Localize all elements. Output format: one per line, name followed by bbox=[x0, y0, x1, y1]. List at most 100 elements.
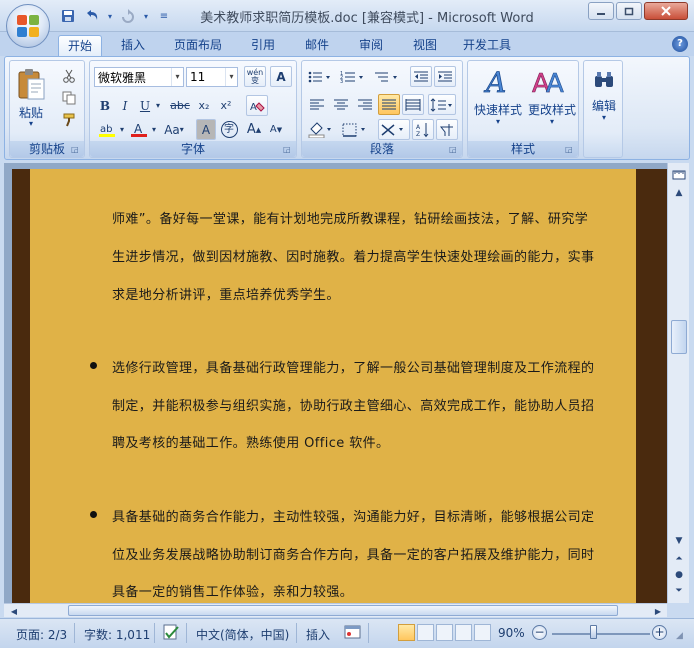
proofing-icon[interactable] bbox=[162, 624, 182, 645]
insert-mode[interactable]: 插入 bbox=[306, 626, 330, 643]
restore-button[interactable] bbox=[616, 2, 642, 20]
document-area[interactable]: 师难”。备好每一堂课，能有计划地完成所教课程，钻研绘画技法，了解、研究学 生进步… bbox=[4, 163, 667, 603]
editing-dropdown-icon[interactable]: ▾ bbox=[584, 113, 624, 122]
draft-view-icon[interactable] bbox=[474, 624, 491, 641]
web-layout-view-icon[interactable] bbox=[436, 624, 453, 641]
borders-button[interactable] bbox=[340, 119, 372, 140]
outline-view-icon[interactable] bbox=[455, 624, 472, 641]
font-family-select[interactable]: 微软雅黑 ▾ bbox=[94, 67, 184, 87]
highlight-color-button[interactable]: ab bbox=[96, 119, 118, 140]
ruler-toggle-icon[interactable] bbox=[671, 167, 687, 183]
sort-button[interactable]: AZ bbox=[412, 119, 434, 140]
change-styles-dropdown-icon[interactable]: ▾ bbox=[524, 117, 580, 126]
tab-references[interactable]: 引用 bbox=[242, 35, 284, 56]
paste-icon[interactable] bbox=[14, 65, 48, 103]
office-button[interactable] bbox=[6, 4, 50, 48]
tab-developer[interactable]: 开发工具 bbox=[456, 35, 518, 56]
quick-styles-dropdown-icon[interactable]: ▾ bbox=[470, 117, 526, 126]
enclose-characters-button[interactable]: 字 bbox=[218, 119, 240, 140]
change-case-button[interactable]: Aa ▾ bbox=[160, 119, 188, 140]
minimize-button[interactable] bbox=[588, 2, 614, 20]
vertical-scrollbar[interactable]: ▲ ▼ ⏶ ● ⏷ bbox=[667, 163, 689, 603]
clipboard-launcher-icon[interactable]: ◲ bbox=[71, 144, 82, 155]
word-count[interactable]: 字数: 1,011 bbox=[84, 626, 150, 643]
styles-launcher-icon[interactable]: ◲ bbox=[565, 144, 576, 155]
cut-icon[interactable] bbox=[58, 65, 80, 86]
strikethrough-button[interactable]: abc bbox=[168, 95, 192, 116]
font-color-button[interactable]: A bbox=[128, 119, 150, 140]
page-count[interactable]: 页面: 2/3 bbox=[16, 626, 67, 643]
help-icon[interactable]: ? bbox=[672, 36, 688, 52]
multilevel-list-button[interactable] bbox=[372, 66, 404, 87]
highlight-dropdown-icon[interactable]: ▾ bbox=[118, 119, 126, 140]
close-button[interactable] bbox=[644, 2, 688, 20]
paragraph-launcher-icon[interactable]: ◲ bbox=[449, 144, 460, 155]
language-indicator[interactable]: 中文(简体，中国) bbox=[196, 626, 289, 643]
zoom-in-icon[interactable]: + bbox=[652, 625, 667, 640]
full-screen-reading-view-icon[interactable] bbox=[417, 624, 434, 641]
phonetic-guide-button[interactable]: wén 变 bbox=[244, 66, 266, 87]
previous-page-icon[interactable]: ⏶ bbox=[671, 551, 687, 567]
binoculars-icon[interactable] bbox=[590, 65, 618, 95]
scroll-down-icon[interactable]: ▼ bbox=[671, 533, 687, 549]
horizontal-scrollbar[interactable]: ◀ ▶ bbox=[4, 603, 667, 617]
copy-icon[interactable] bbox=[58, 87, 80, 108]
justify-button[interactable] bbox=[378, 94, 400, 115]
italic-button[interactable]: I bbox=[116, 95, 134, 116]
subscript-button[interactable]: x₂ bbox=[194, 95, 214, 116]
shading-button[interactable] bbox=[306, 119, 338, 140]
align-left-button[interactable] bbox=[306, 94, 328, 115]
scroll-right-icon[interactable]: ▶ bbox=[650, 603, 666, 619]
paste-dropdown-icon[interactable]: ▾ bbox=[12, 119, 50, 128]
increase-indent-button[interactable] bbox=[434, 66, 456, 87]
resize-grip-icon[interactable]: ◢ bbox=[676, 631, 683, 641]
superscript-button[interactable]: x² bbox=[216, 95, 236, 116]
asian-layout-button[interactable] bbox=[378, 119, 410, 140]
shrink-font-button[interactable]: A ▼ bbox=[266, 119, 286, 140]
font-launcher-icon[interactable]: ◲ bbox=[283, 144, 294, 155]
zoom-level[interactable]: 90% bbox=[498, 626, 525, 640]
decrease-indent-button[interactable] bbox=[410, 66, 432, 87]
tab-view[interactable]: 视图 bbox=[404, 35, 446, 56]
tab-mailings[interactable]: 邮件 bbox=[296, 35, 338, 56]
bold-button[interactable]: B bbox=[96, 95, 114, 116]
scroll-left-icon[interactable]: ◀ bbox=[6, 603, 22, 619]
format-painter-icon[interactable] bbox=[58, 109, 80, 130]
tab-page-layout[interactable]: 页面布局 bbox=[166, 35, 230, 56]
underline-button[interactable]: U bbox=[136, 95, 154, 116]
clear-formatting-button[interactable]: A bbox=[246, 95, 268, 116]
vertical-scroll-thumb[interactable] bbox=[671, 320, 687, 354]
zoom-slider-track[interactable] bbox=[552, 633, 650, 635]
underline-dropdown-icon[interactable]: ▾ bbox=[154, 95, 162, 116]
editing-label[interactable]: 编辑 bbox=[584, 97, 624, 114]
scroll-up-icon[interactable]: ▲ bbox=[671, 185, 687, 201]
font-family-dropdown-icon[interactable]: ▾ bbox=[171, 68, 183, 86]
quick-styles-icon[interactable]: A bbox=[476, 65, 520, 99]
tab-home[interactable]: 开始 bbox=[58, 35, 102, 56]
distributed-button[interactable] bbox=[402, 94, 424, 115]
bullets-button[interactable] bbox=[306, 66, 336, 87]
zoom-slider-thumb[interactable] bbox=[590, 625, 597, 639]
tab-review[interactable]: 审阅 bbox=[350, 35, 392, 56]
line-spacing-button[interactable] bbox=[428, 94, 456, 115]
align-right-button[interactable] bbox=[354, 94, 376, 115]
print-layout-view-icon[interactable] bbox=[398, 624, 415, 641]
horizontal-scroll-thumb[interactable] bbox=[68, 605, 618, 616]
select-browse-object-icon[interactable]: ● bbox=[671, 567, 687, 583]
quick-styles-label[interactable]: 快速样式 bbox=[470, 101, 526, 118]
font-size-dropdown-icon[interactable]: ▾ bbox=[225, 68, 237, 86]
zoom-out-icon[interactable]: − bbox=[532, 625, 547, 640]
character-shading-button[interactable]: A bbox=[196, 119, 216, 140]
change-styles-label[interactable]: 更改样式 bbox=[524, 101, 580, 118]
document-page[interactable]: 师难”。备好每一堂课，能有计划地完成所教课程，钻研绘画技法，了解、研究学 生进步… bbox=[30, 169, 636, 603]
numbering-button[interactable]: 123 bbox=[338, 66, 370, 87]
font-color-dropdown-icon[interactable]: ▾ bbox=[150, 119, 158, 140]
font-size-select[interactable]: 11 ▾ bbox=[186, 67, 238, 87]
align-center-button[interactable] bbox=[330, 94, 352, 115]
character-border-button[interactable]: A bbox=[270, 66, 292, 87]
macro-recording-icon[interactable] bbox=[344, 624, 362, 643]
next-page-icon[interactable]: ⏷ bbox=[671, 583, 687, 599]
grow-font-button[interactable]: A ▲ bbox=[244, 119, 264, 140]
tab-insert[interactable]: 插入 bbox=[112, 35, 154, 56]
change-styles-icon[interactable]: AA bbox=[528, 65, 572, 99]
